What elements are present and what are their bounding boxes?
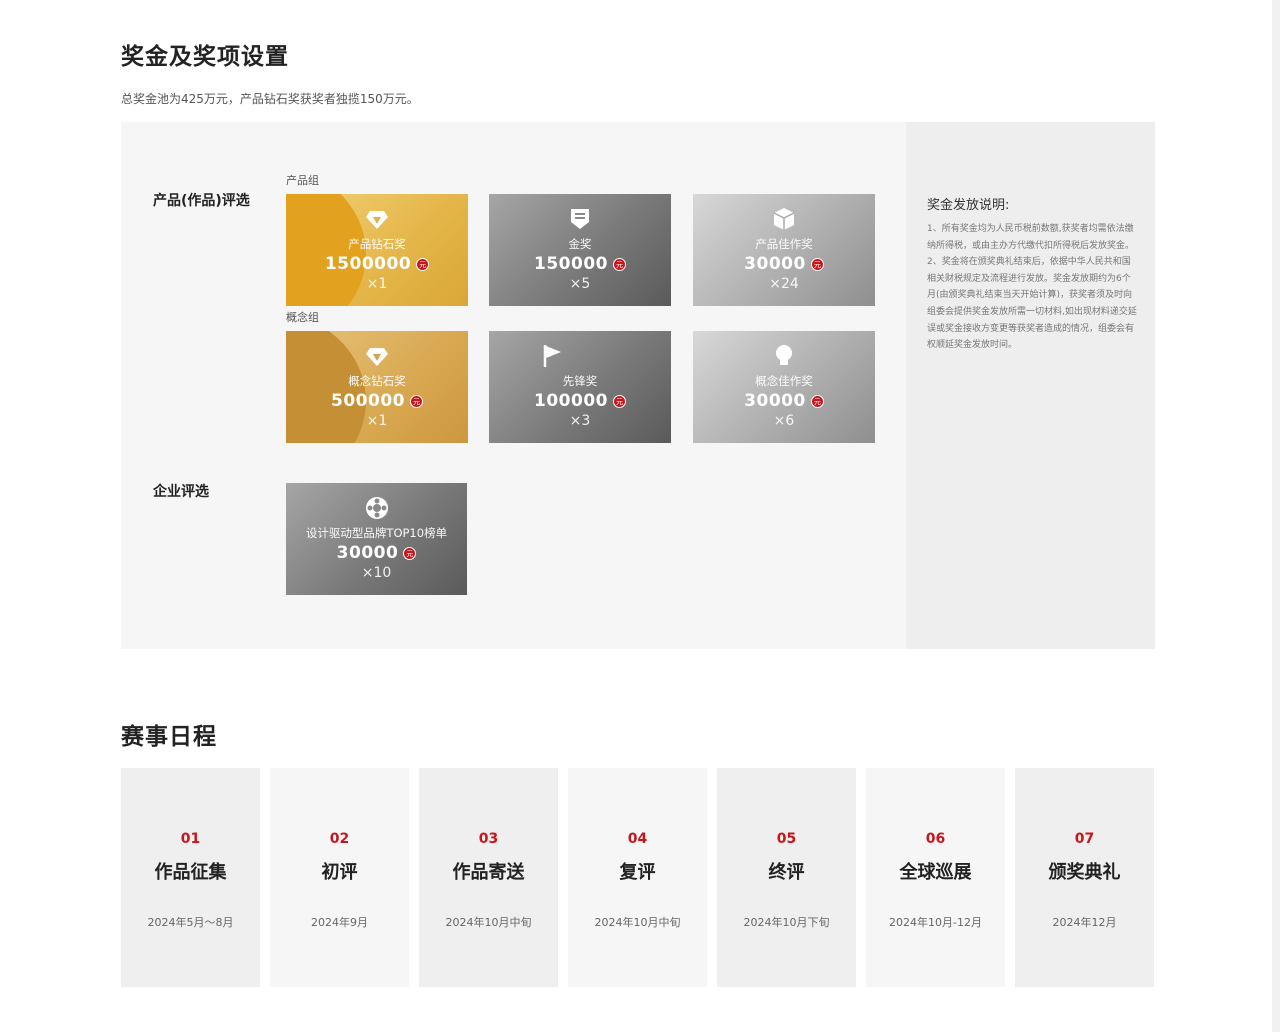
award-count: ×10	[361, 565, 392, 581]
schedule-step: 07 颁奖典礼 2024年12月	[1015, 768, 1154, 987]
step-name: 终评	[768, 862, 805, 883]
step-number: 02	[329, 831, 350, 847]
award-name: 产品佳作奖	[755, 237, 813, 251]
schedule-step: 02 初评 2024年9月	[270, 768, 409, 987]
award-amount: 1500000 元	[286, 254, 468, 274]
diamond-icon	[366, 348, 388, 366]
enterprise-section-label: 企业评选	[153, 484, 209, 500]
award-card: 产品钻石奖 1500000 元 ×1	[286, 194, 468, 306]
prize-cards-area: 产品(作品)评选 产品组 概念组 企业评选 产品钻石奖 1500000 元 ×1 …	[121, 122, 906, 649]
flag-icon	[543, 345, 561, 367]
yuan-badge: 元	[810, 258, 824, 271]
yuan-badge: 元	[416, 258, 430, 271]
award-amount: 150000 元	[489, 254, 671, 274]
schedule-step: 01 作品征集 2024年5月～8月	[121, 768, 260, 987]
award-name: 概念佳作奖	[755, 374, 813, 388]
schedule-section-title: 赛事日程	[121, 724, 217, 750]
step-date: 2024年10月中旬	[594, 916, 681, 929]
step-number: 07	[1074, 831, 1095, 847]
bulb-icon	[776, 345, 792, 365]
award-amount: 30000 元	[286, 543, 467, 563]
schedule-step: 03 作品寄送 2024年10月中旬	[419, 768, 558, 987]
award-count: ×6	[773, 413, 795, 429]
concept-group-label: 概念组	[286, 311, 319, 324]
notes-body: 1、所有奖金均为人民币税前数额,获奖者均需依法缴纳所得税，或由主办方代缴代扣所得…	[927, 224, 1137, 351]
award-amount: 30000 元	[693, 254, 875, 274]
step-number: 06	[925, 831, 946, 847]
step-date: 2024年12月	[1052, 916, 1117, 929]
badge-icon	[571, 209, 589, 229]
step-number: 03	[478, 831, 499, 847]
step-number: 01	[180, 831, 201, 847]
award-count: ×5	[569, 276, 591, 292]
award-name: 概念钻石奖	[348, 374, 406, 388]
award-card: 产品佳作奖 30000 元 ×24	[693, 194, 875, 306]
step-date: 2024年10月-12月	[889, 916, 982, 929]
award-amount: 500000 元	[286, 391, 468, 411]
award-name: 设计驱动型品牌TOP10榜单	[305, 526, 448, 540]
step-number: 05	[776, 831, 797, 847]
schedule-step: 06 全球巡展 2024年10月-12月	[866, 768, 1005, 987]
cube-icon	[773, 208, 795, 230]
product-group-label: 产品组	[286, 174, 319, 187]
award-count: ×1	[366, 276, 388, 292]
yuan-badge: 元	[612, 258, 626, 271]
notes-title: 奖金发放说明:	[927, 198, 1010, 213]
brand-icon	[365, 497, 388, 519]
yuan-badge: 元	[612, 395, 626, 408]
step-number: 04	[627, 831, 648, 847]
award-name: 金奖	[568, 237, 592, 251]
award-card: 金奖 150000 元 ×5	[489, 194, 671, 306]
step-name: 颁奖典礼	[1048, 862, 1121, 883]
page-scrollbar[interactable]	[1272, 0, 1280, 1032]
yuan-badge: 元	[810, 395, 824, 408]
prize-section-subtitle: 总奖金池为425万元，产品钻石奖获奖者独揽150万元。	[121, 92, 419, 106]
award-card: 设计驱动型品牌TOP10榜单 30000 元 ×10	[286, 483, 467, 595]
diamond-icon	[366, 211, 388, 229]
award-name: 产品钻石奖	[348, 237, 406, 251]
step-name: 作品征集	[154, 862, 227, 883]
award-count: ×1	[366, 413, 388, 429]
step-date: 2024年10月中旬	[445, 916, 532, 929]
step-name: 作品寄送	[452, 862, 525, 883]
award-card: 概念钻石奖 500000 元 ×1	[286, 331, 468, 443]
schedule-step: 05 终评 2024年10月下旬	[717, 768, 856, 987]
prize-panel: 产品(作品)评选 产品组 概念组 企业评选 产品钻石奖 1500000 元 ×1 …	[121, 122, 1155, 649]
step-date: 2024年9月	[311, 916, 368, 929]
award-card: 概念佳作奖 30000 元 ×6	[693, 331, 875, 443]
award-count: ×3	[569, 413, 591, 429]
award-count: ×24	[769, 276, 799, 292]
award-name: 先锋奖	[562, 374, 598, 388]
yuan-badge: 元	[409, 395, 423, 408]
prize-notes-panel: 奖金发放说明: 1、所有奖金均为人民币税前数额,获奖者均需依法缴纳所得税，或由主…	[906, 122, 1155, 649]
prize-section-title: 奖金及奖项设置	[121, 44, 289, 70]
step-name: 复评	[619, 862, 656, 883]
step-date: 2024年10月下旬	[743, 916, 830, 929]
yuan-badge: 元	[403, 547, 417, 560]
step-name: 初评	[321, 862, 358, 883]
step-date: 2024年5月～8月	[147, 916, 234, 929]
award-amount: 100000 元	[489, 391, 671, 411]
step-name: 全球巡展	[899, 862, 972, 883]
award-amount: 30000 元	[693, 391, 875, 411]
product-section-label: 产品(作品)评选	[153, 193, 250, 209]
award-card: 先锋奖 100000 元 ×3	[489, 331, 671, 443]
schedule-step: 04 复评 2024年10月中旬	[568, 768, 707, 987]
